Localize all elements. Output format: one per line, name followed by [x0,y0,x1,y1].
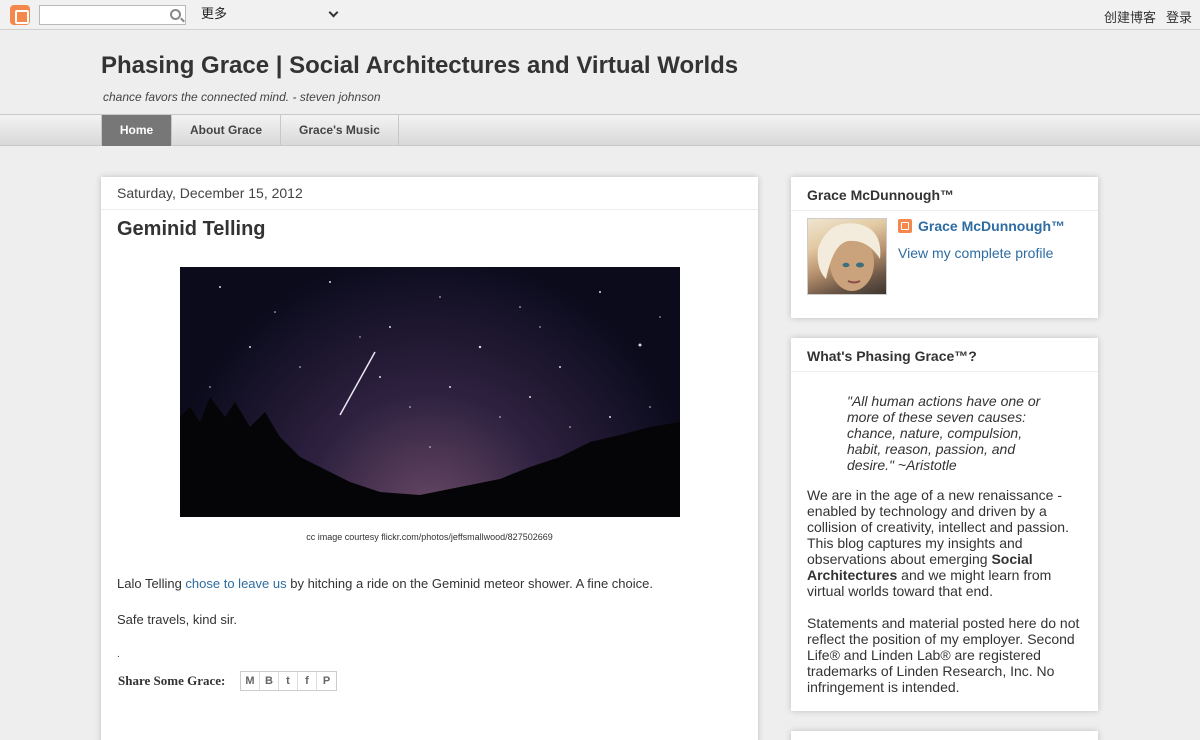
profile-widget: Grace McDunnough™ Grace McDunnough™ View… [791,177,1098,318]
login-link[interactable]: 登录 [1166,7,1192,26]
divider [791,210,1098,211]
tab-graces-music[interactable]: Grace's Music [281,115,399,146]
share-buttons: M B t f P [240,671,337,691]
avatar-graphic [817,223,881,291]
chevron-down-icon [328,7,339,18]
blog-header: Phasing Grace | Social Architectures and… [0,30,1200,114]
more-dropdown[interactable]: 更多 [201,5,341,25]
image-caption: cc image courtesy flickr.com/photos/jeff… [306,532,553,542]
blog-title[interactable]: Phasing Grace | Social Architectures and… [101,52,738,80]
pinterest-icon[interactable]: P [317,672,336,690]
disclaimer-paragraph: Statements and material posted here do n… [807,615,1080,695]
twitter-icon[interactable]: t [279,672,298,690]
about-paragraph: We are in the age of a new renaissance -… [807,487,1085,599]
email-icon[interactable]: M [241,672,260,690]
post-card: Saturday, December 15, 2012 Geminid Tell… [101,177,758,740]
divider [791,371,1098,372]
post-text: by hitching a ride on the Geminid meteor… [286,576,653,591]
blogger-profile-icon [898,219,912,233]
about-widget-title: What's Phasing Grace™? [807,348,977,364]
blogger-logo-icon[interactable] [10,5,30,25]
tab-home[interactable]: Home [101,115,172,146]
about-widget: What's Phasing Grace™? "All human action… [791,338,1098,711]
profile-name-link[interactable]: Grace McDunnough™ [918,218,1065,234]
post-title[interactable]: Geminid Telling [117,218,266,241]
search-input[interactable] [39,5,186,25]
meteor-photo[interactable] [180,267,680,517]
search-icon[interactable] [170,9,181,20]
tab-about-grace[interactable]: About Grace [172,115,281,146]
divider [101,209,758,210]
profile-widget-title: Grace McDunnough™ [807,187,955,203]
post-paragraph: Safe travels, kind sir. [117,612,237,627]
chose-to-leave-us-link[interactable]: chose to leave us [185,576,286,591]
aristotle-quote: "All human actions have one or more of t… [847,393,1041,473]
post-paragraph: . [117,649,120,660]
blogthis-icon[interactable]: B [260,672,279,690]
share-label: Share Some Grace: [118,673,226,688]
create-blog-link[interactable]: 创建博客 [1104,7,1156,26]
post-text: Lalo Telling [117,576,186,591]
post-date: Saturday, December 15, 2012 [117,185,303,201]
top-navbar: 更多 创建博客 登录 [0,0,1200,30]
post-paragraph: Lalo Telling chose to leave us by hitchi… [117,576,653,591]
meteor-photo-graphic [180,281,680,517]
next-widget [791,731,1098,740]
blog-description: chance favors the connected mind. - stev… [103,90,381,104]
view-profile-link[interactable]: View my complete profile [898,245,1053,261]
avatar[interactable] [807,218,887,295]
tabs-bar: Home About Grace Grace's Music [0,114,1200,146]
more-dropdown-label: 更多 [201,6,228,21]
facebook-icon[interactable]: f [298,672,317,690]
